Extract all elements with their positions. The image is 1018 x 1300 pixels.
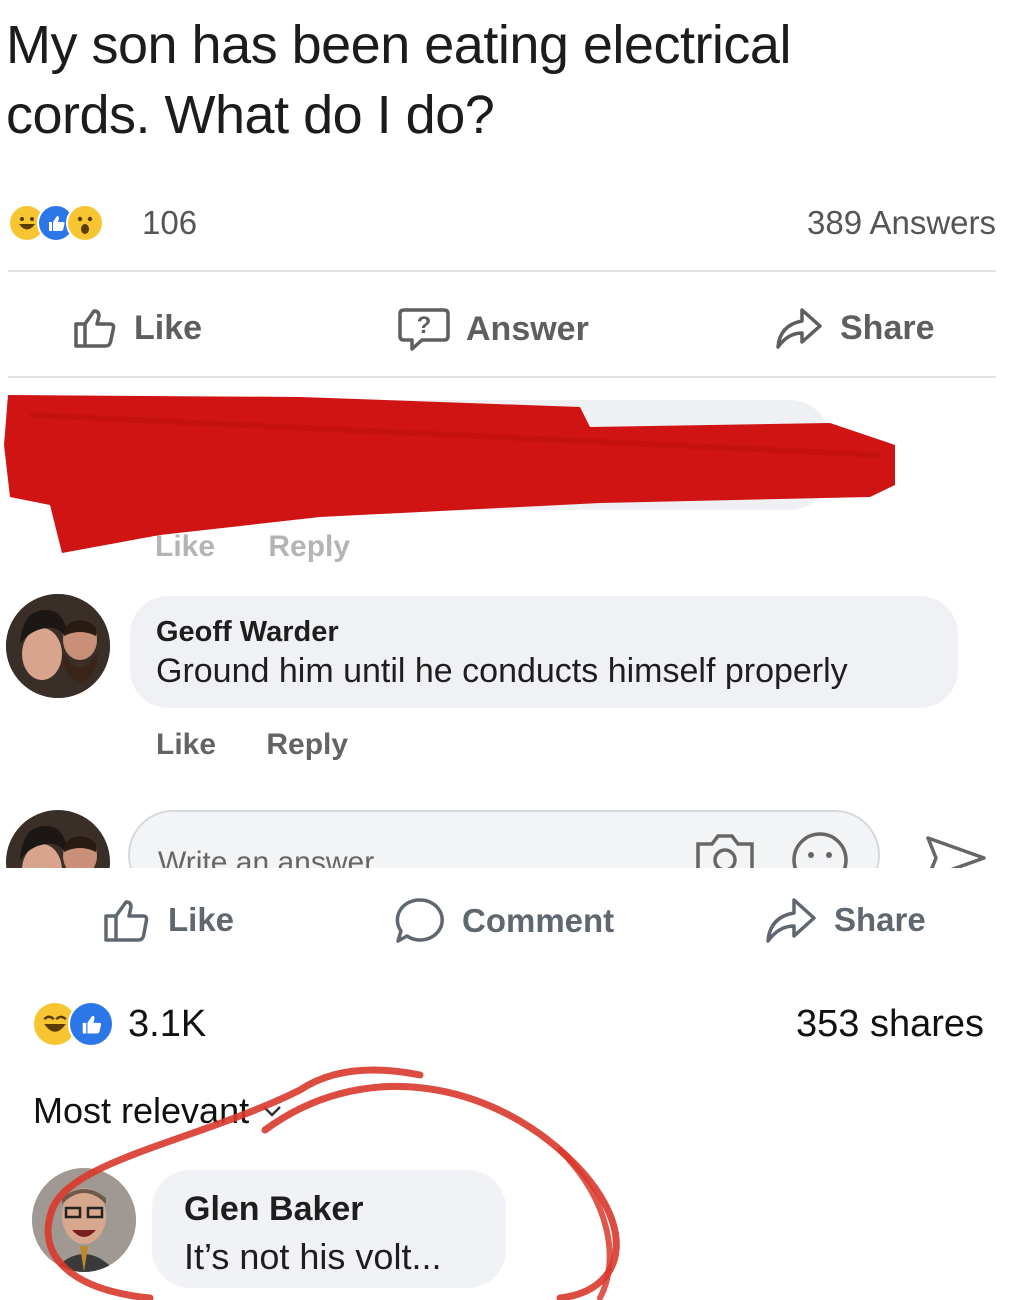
sort-label: Most relevant	[33, 1090, 250, 1131]
question-stats-bar: 106 389 Answers	[0, 196, 1018, 252]
share-arrow-icon	[766, 898, 816, 943]
wow-emoji-icon	[66, 204, 104, 242]
post-stats-bar: 3.1K 353 shares	[0, 995, 1018, 1055]
answer-input-placeholder: Write an answer	[158, 846, 375, 868]
comment-bubble: Geoff Warder Ground him until he conduct…	[130, 596, 958, 708]
comment-author[interactable]: Geoff Warder	[156, 616, 339, 649]
thumbs-up-icon	[104, 900, 149, 942]
question-action-bar: Like ? Answer Share	[0, 300, 1018, 356]
sort-dropdown[interactable]: Most relevant	[33, 1090, 283, 1132]
comment-reply-link[interactable]: Reply	[266, 728, 348, 761]
thumbs-up-icon	[74, 309, 116, 348]
share-arrow-icon	[776, 308, 822, 349]
answers-count[interactable]: 389 Answers	[807, 204, 996, 242]
divider	[8, 270, 996, 272]
post-comment-label: Comment	[462, 902, 615, 939]
avatar	[6, 810, 110, 868]
question-reaction-count: 106	[142, 204, 198, 241]
top-comment-author[interactable]: Glen Baker	[184, 1190, 364, 1229]
post-reaction-count[interactable]: 3.1K	[128, 1003, 206, 1046]
emoji-icon[interactable]	[790, 830, 850, 868]
redaction-scribble	[4, 395, 895, 553]
share-label: Share	[840, 308, 935, 347]
camera-icon[interactable]	[694, 830, 756, 868]
comment-text: Ground him until he conducts himself pro…	[156, 652, 848, 690]
post-reactions[interactable]	[32, 1001, 114, 1047]
comment-like-link[interactable]: Like	[156, 728, 216, 761]
avatar[interactable]	[32, 1168, 136, 1272]
avatar[interactable]	[6, 594, 110, 698]
share-button[interactable]: Share	[774, 306, 935, 350]
question-bubble-icon: ?	[398, 308, 450, 351]
answer-button[interactable]: ? Answer	[398, 306, 589, 352]
svg-text:?: ?	[417, 312, 432, 339]
divider	[8, 376, 996, 378]
question-title-line-1: My son has been eating electrical	[6, 15, 791, 75]
answer-input[interactable]: Write an answer	[128, 810, 880, 868]
post-shares-count[interactable]: 353 shares	[796, 1003, 984, 1046]
post-comment-button[interactable]: Comment	[394, 896, 614, 946]
post-like-button[interactable]: Like	[102, 896, 234, 944]
question-title-line-2: cords. What do I do?	[6, 85, 495, 145]
like-icon	[68, 1001, 114, 1047]
post-share-label: Share	[834, 901, 926, 938]
answer-composer: Write an answer	[0, 800, 1018, 868]
chevron-down-icon	[263, 1106, 281, 1117]
post-action-bar: Like Comment Share	[0, 890, 1018, 950]
top-comment-text: It’s not his volt...	[184, 1236, 442, 1277]
like-button[interactable]: Like	[72, 306, 202, 350]
question-reactions[interactable]	[8, 204, 104, 242]
like-label: Like	[134, 308, 203, 347]
post-like-label: Like	[168, 901, 235, 938]
redacted-comment: Like Reply	[0, 385, 1018, 575]
answer-label: Answer	[466, 309, 589, 348]
post-share-button[interactable]: Share	[764, 896, 926, 944]
comment-actions: Like Reply	[156, 728, 390, 762]
question-title: My son has been eating electrical cords.…	[6, 10, 906, 150]
send-icon[interactable]	[924, 834, 988, 868]
comment-bubble-icon	[395, 898, 444, 943]
top-comment-bubble: Glen Baker It’s not his volt...	[152, 1170, 506, 1288]
